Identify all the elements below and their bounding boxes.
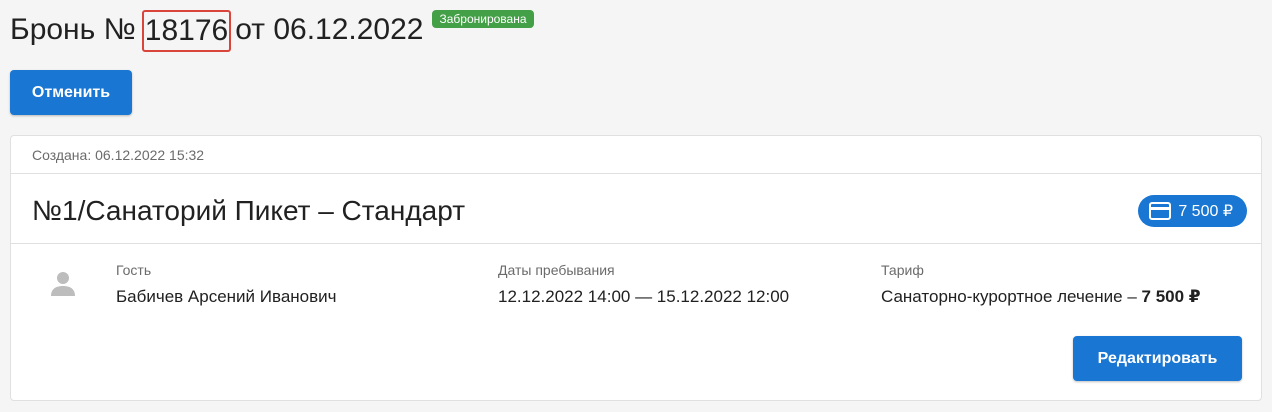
page-header: Бронь № 18176 от 06.12.2022 Забронирован…	[10, 8, 534, 52]
room-title: №1/Санаторий Пикет – Стандарт	[32, 195, 466, 226]
credit-card-icon	[1149, 202, 1172, 220]
booking-details: Гость Бабичев Арсений Иванович Даты преб…	[11, 244, 1261, 402]
cancel-button[interactable]: Отменить	[10, 70, 132, 115]
tariff-name: Санаторно-курортное лечение –	[881, 287, 1137, 306]
edit-button[interactable]: Редактировать	[1073, 336, 1242, 381]
tariff-column: Тариф Санаторно-курортное лечение – 7 50…	[881, 261, 1201, 308]
title-date: от 06.12.2022	[235, 13, 424, 46]
dates-column: Даты пребывания 12.12.2022 14:00 — 15.12…	[498, 261, 789, 308]
booking-page: Бронь № 18176 от 06.12.2022 Забронирован…	[0, 0, 1272, 412]
price-chip[interactable]: 7 500 ₽	[1138, 195, 1247, 227]
guest-label: Гость	[116, 262, 152, 278]
dates-label: Даты пребывания	[498, 262, 615, 278]
booking-card: Создана: 06.12.2022 15:32 №1/Санаторий П…	[10, 135, 1262, 401]
room-row: №1/Санаторий Пикет – Стандарт 7 500 ₽	[11, 174, 1261, 244]
tariff-price: 7 500 ₽	[1141, 287, 1201, 306]
status-badge: Забронирована	[432, 10, 534, 28]
guest-column: Гость Бабичев Арсений Иванович	[116, 261, 337, 308]
dates-value: 12.12.2022 14:00 — 15.12.2022 12:00	[498, 287, 790, 306]
user-icon	[51, 272, 75, 296]
title-prefix: Бронь №	[10, 13, 136, 46]
tariff-value: Санаторно-курортное лечение – 7 500 ₽	[881, 286, 1201, 308]
price-value: 7 500 ₽	[1178, 203, 1233, 220]
guest-name: Бабичев Арсений Иванович	[116, 287, 337, 306]
booking-number: 18176	[141, 10, 232, 52]
tariff-label: Тариф	[881, 262, 924, 278]
created-timestamp: Создана: 06.12.2022 15:32	[11, 136, 1261, 174]
